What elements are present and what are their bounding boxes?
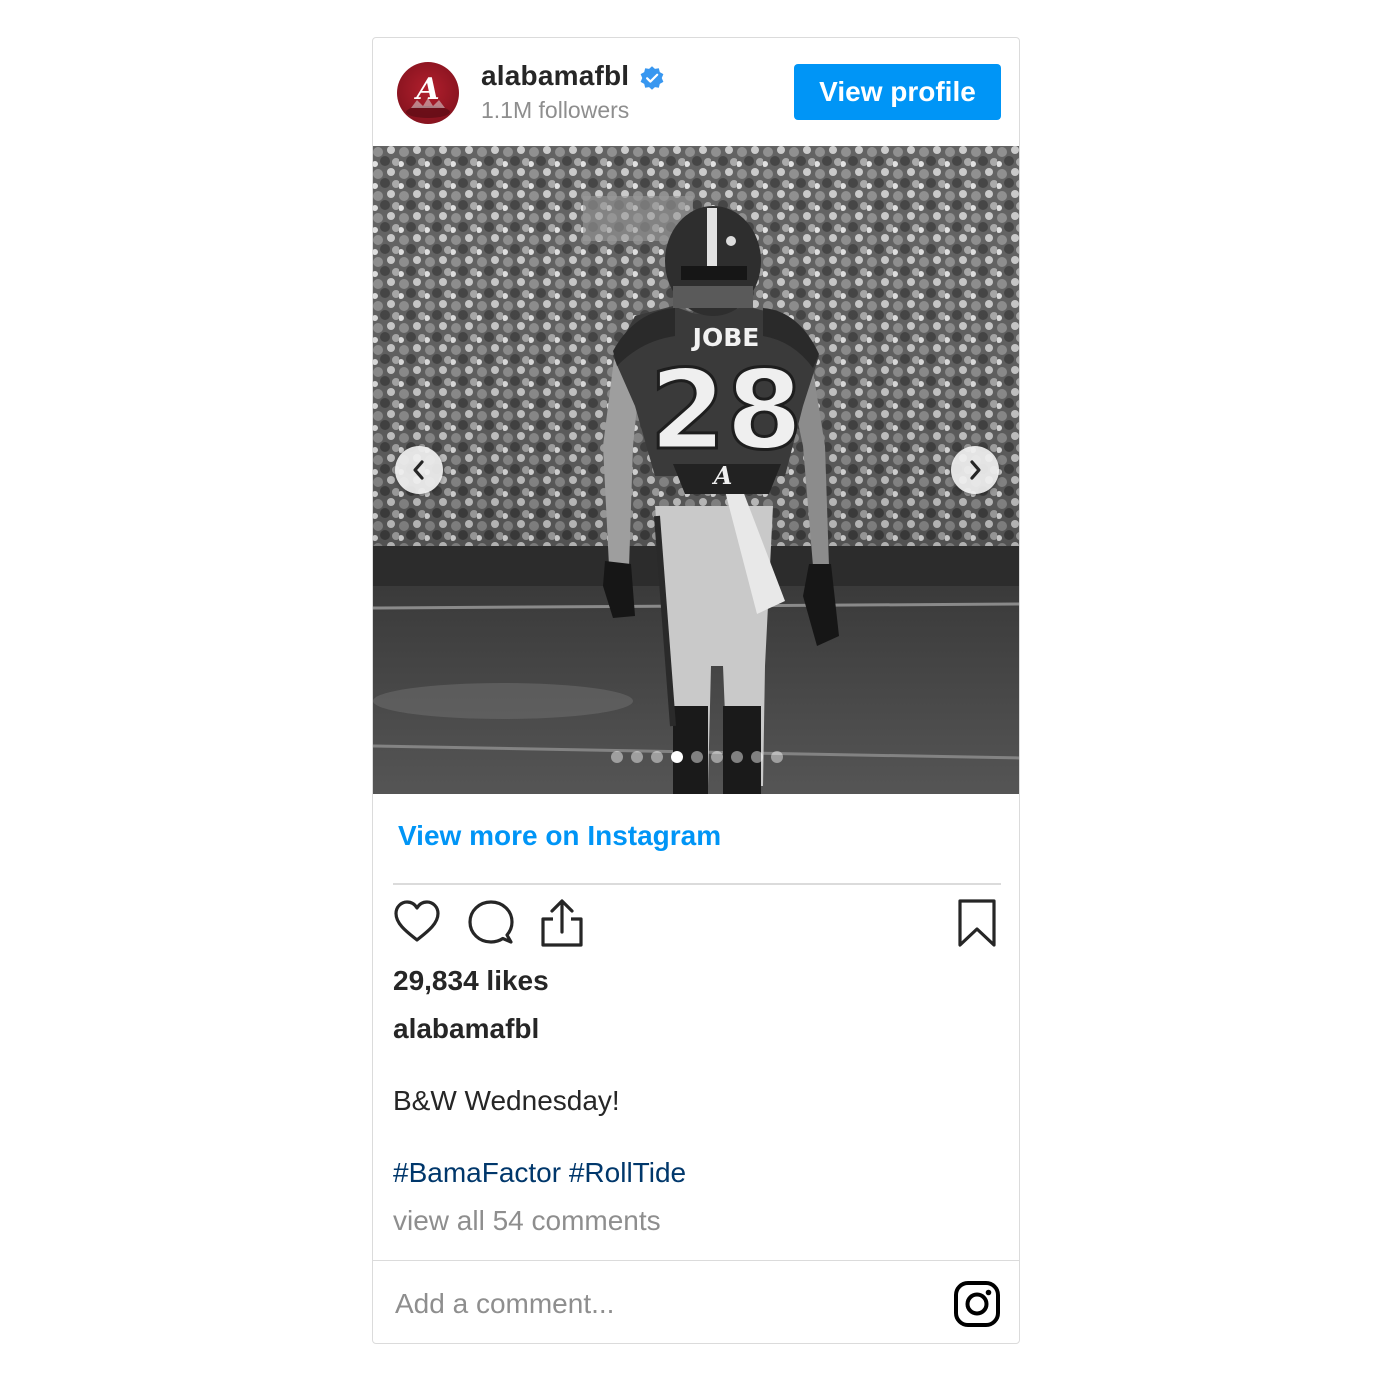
divider: [393, 883, 1001, 885]
post-photo-illustration: JOBE 28 A: [373, 146, 1019, 794]
carousel-dot: [771, 751, 783, 763]
post-header: A alabamafbl 1.1M followers View profile: [373, 38, 1019, 146]
carousel-dot: [691, 751, 703, 763]
carousel-dot: [711, 751, 723, 763]
carousel-next-button[interactable]: [951, 446, 999, 494]
verified-badge-icon: [640, 66, 664, 90]
view-all-comments-link[interactable]: view all 54 comments: [393, 1205, 661, 1237]
share-icon[interactable]: [539, 898, 585, 948]
carousel-dot-active: [671, 751, 683, 763]
jersey-number: 28: [649, 346, 802, 474]
comment-bar: [373, 1260, 1019, 1343]
svg-text:A: A: [413, 72, 439, 107]
avatar[interactable]: A: [397, 62, 459, 124]
carousel-dot: [611, 751, 623, 763]
view-more-link[interactable]: View more on Instagram: [398, 820, 721, 852]
caption-hashtags: #BamaFactor #RollTide: [393, 1157, 686, 1189]
caption-text: B&W Wednesday!: [393, 1085, 620, 1116]
heart-icon[interactable]: [393, 898, 441, 946]
carousel-prev-button[interactable]: [395, 446, 443, 494]
comment-bubble-icon[interactable]: [467, 898, 515, 946]
hashtag-link[interactable]: #BamaFactor: [393, 1157, 561, 1188]
bookmark-icon[interactable]: [957, 898, 997, 948]
account-username[interactable]: alabamafbl: [481, 60, 629, 92]
carousel-dot: [631, 751, 643, 763]
caption-username[interactable]: alabamafbl: [393, 1013, 539, 1045]
view-profile-button[interactable]: View profile: [794, 64, 1001, 120]
follower-count: 1.1M followers: [481, 97, 630, 123]
chevron-right-icon: [970, 460, 981, 480]
post-image[interactable]: JOBE 28 A: [373, 146, 1019, 794]
instagram-embed-card: A alabamafbl 1.1M followers View profile: [372, 37, 1020, 1344]
carousel-dot: [731, 751, 743, 763]
comment-input[interactable]: [393, 1283, 897, 1325]
instagram-logo-icon[interactable]: [953, 1280, 1001, 1328]
like-count[interactable]: 29,834 likes: [393, 965, 549, 997]
chevron-left-icon: [413, 460, 424, 480]
hashtag-link[interactable]: #RollTide: [569, 1157, 686, 1188]
carousel-dot: [751, 751, 763, 763]
action-bar: [373, 898, 1019, 958]
svg-text:A: A: [712, 461, 733, 490]
carousel-indicator: [373, 751, 1019, 763]
carousel-dot: [651, 751, 663, 763]
